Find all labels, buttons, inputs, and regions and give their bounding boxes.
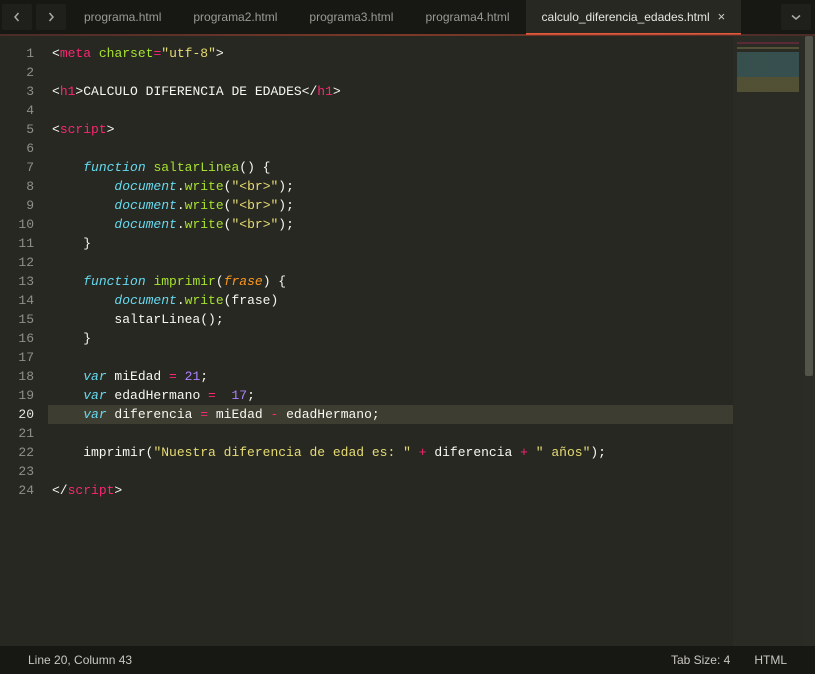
code-line[interactable]: document.write("<br>"); (48, 196, 733, 215)
tab-programa4-html[interactable]: programa4.html (409, 0, 525, 34)
line-number[interactable]: 14 (0, 291, 34, 310)
code-line[interactable]: } (48, 329, 733, 348)
line-number[interactable]: 24 (0, 481, 34, 500)
line-number[interactable]: 18 (0, 367, 34, 386)
status-syntax[interactable]: HTML (742, 653, 799, 667)
code-line[interactable]: document.write(frase) (48, 291, 733, 310)
code-line[interactable]: document.write("<br>"); (48, 215, 733, 234)
code-line[interactable]: function imprimir(frase) { (48, 272, 733, 291)
line-number[interactable]: 4 (0, 101, 34, 120)
code-line[interactable] (48, 139, 733, 158)
tab-label: programa.html (84, 10, 161, 24)
code-line[interactable]: var miEdad = 21; (48, 367, 733, 386)
line-gutter[interactable]: 123456789101112131415161718192021222324 (0, 36, 48, 646)
status-cursor[interactable]: Line 20, Column 43 (16, 653, 144, 667)
line-number[interactable]: 10 (0, 215, 34, 234)
line-number[interactable]: 15 (0, 310, 34, 329)
line-number[interactable]: 21 (0, 424, 34, 443)
chevron-left-icon (12, 12, 22, 22)
nav-forward-button[interactable] (36, 4, 66, 30)
code-line[interactable]: imprimir("Nuestra diferencia de edad es:… (48, 443, 733, 462)
tab-programa2-html[interactable]: programa2.html (177, 0, 293, 34)
line-number[interactable]: 17 (0, 348, 34, 367)
line-number[interactable]: 1 (0, 44, 34, 63)
tab-calculo_diferencia_edades-html[interactable]: calculo_diferencia_edades.html × (526, 0, 742, 35)
tab-spacer (741, 0, 777, 34)
scrollbar-track[interactable] (803, 36, 815, 646)
line-number[interactable]: 2 (0, 63, 34, 82)
line-number[interactable]: 19 (0, 386, 34, 405)
tab-bar: programa.html programa2.html programa3.htm… (0, 0, 815, 34)
code-area[interactable]: <meta charset="utf-8"> <h1>CALCULO DIFER… (48, 36, 733, 646)
code-line[interactable] (48, 348, 733, 367)
chevron-down-icon (791, 12, 801, 22)
tab-label: calculo_diferencia_edades.html (542, 10, 710, 24)
code-line[interactable]: } (48, 234, 733, 253)
editor: 123456789101112131415161718192021222324 … (0, 36, 815, 646)
code-line[interactable]: function saltarLinea() { (48, 158, 733, 177)
tab-programa-html[interactable]: programa.html (68, 0, 177, 34)
chevron-right-icon (46, 12, 56, 22)
code-line[interactable] (48, 101, 733, 120)
code-line[interactable]: var diferencia = miEdad - edadHermano; (48, 405, 733, 424)
line-number[interactable]: 20 (0, 405, 34, 424)
code-line[interactable] (48, 462, 733, 481)
code-line[interactable]: </script> (48, 481, 733, 500)
code-line[interactable]: var edadHermano = 17; (48, 386, 733, 405)
tab-label: programa2.html (193, 10, 277, 24)
line-number[interactable]: 11 (0, 234, 34, 253)
tab-label: programa3.html (309, 10, 393, 24)
code-line[interactable]: document.write("<br>"); (48, 177, 733, 196)
status-tabsize[interactable]: Tab Size: 4 (659, 653, 742, 667)
tab-overflow-button[interactable] (781, 4, 811, 30)
status-bar: Line 20, Column 43 Tab Size: 4 HTML (0, 646, 815, 674)
code-line[interactable]: <meta charset="utf-8"> (48, 44, 733, 63)
code-line[interactable]: <h1>CALCULO DIFERENCIA DE EDADES</h1> (48, 82, 733, 101)
line-number[interactable]: 8 (0, 177, 34, 196)
line-number[interactable]: 23 (0, 462, 34, 481)
minimap[interactable] (733, 36, 803, 646)
tab-label: programa4.html (425, 10, 509, 24)
code-line[interactable]: saltarLinea(); (48, 310, 733, 329)
line-number[interactable]: 3 (0, 82, 34, 101)
line-number[interactable]: 7 (0, 158, 34, 177)
code-line[interactable] (48, 424, 733, 443)
scrollbar-thumb[interactable] (805, 36, 813, 376)
nav-back-button[interactable] (2, 4, 32, 30)
line-number[interactable]: 13 (0, 272, 34, 291)
code-line[interactable]: <script> (48, 120, 733, 139)
code-line[interactable] (48, 253, 733, 272)
line-number[interactable]: 16 (0, 329, 34, 348)
line-number[interactable]: 9 (0, 196, 34, 215)
line-number[interactable]: 22 (0, 443, 34, 462)
close-icon[interactable]: × (718, 10, 726, 23)
line-number[interactable]: 5 (0, 120, 34, 139)
line-number[interactable]: 6 (0, 139, 34, 158)
tab-programa3-html[interactable]: programa3.html (293, 0, 409, 34)
code-line[interactable] (48, 63, 733, 82)
line-number[interactable]: 12 (0, 253, 34, 272)
minimap-content (737, 42, 799, 92)
